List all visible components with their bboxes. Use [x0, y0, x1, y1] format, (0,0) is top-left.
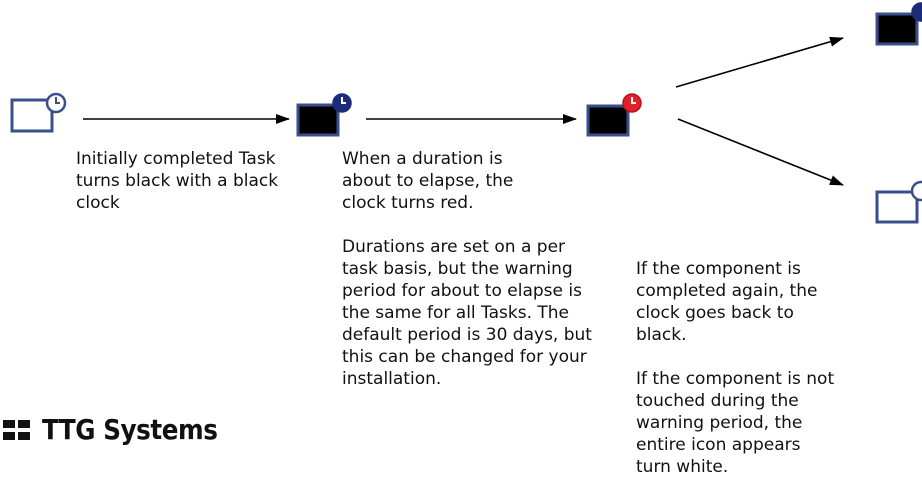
- caption-initial-text: Initially completed Task turns black wit…: [76, 149, 279, 213]
- caption-durations-text: Durations are set on a per task basis, b…: [342, 237, 592, 389]
- caption-outcomes: If the component is completed again, the…: [636, 258, 836, 478]
- arrow-up-right: [675, 36, 844, 88]
- caption-elapse-text: When a duration is about to elapse, the …: [342, 149, 514, 213]
- task-black-clock-icon: [875, 2, 922, 46]
- caption-completed-again-text: If the component is completed again, the…: [636, 259, 818, 345]
- arrow-down-right: [677, 118, 844, 186]
- task-red-clock-icon: [586, 93, 642, 137]
- caption-not-touched-text: If the component is not touched during t…: [636, 369, 835, 477]
- task-white-clock-icon: [875, 180, 922, 224]
- brand-name: TTG Systems: [42, 413, 218, 446]
- logo-blocks-icon: [3, 419, 30, 440]
- caption-elapse: When a duration is about to elapse, the …: [342, 148, 592, 390]
- task-white-clock-icon: [10, 92, 67, 133]
- task-black-clock-icon: [296, 93, 352, 137]
- caption-initial: Initially completed Task turns black wit…: [76, 148, 291, 214]
- brand-logo: TTG Systems: [2, 413, 241, 446]
